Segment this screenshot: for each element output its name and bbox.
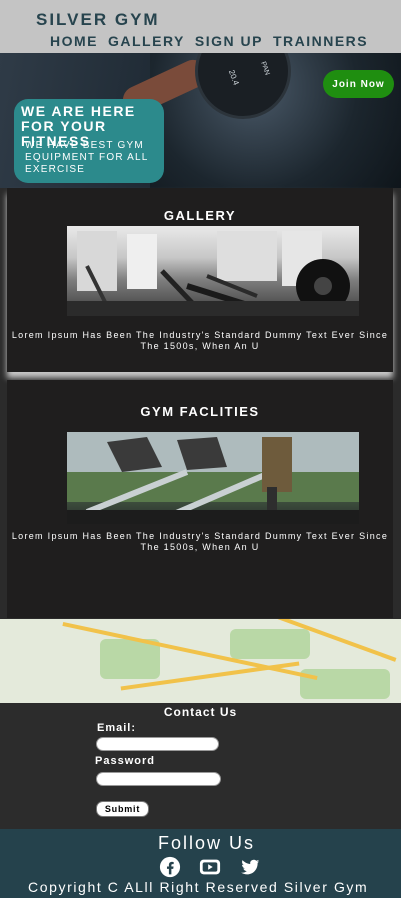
treadmill-illustration [67,432,359,524]
facilities-section: GYM FACLITIES Lorem Ipsum Has Been The I… [7,380,393,618]
facilities-description: Lorem Ipsum Has Been The Industry's Stan… [11,531,389,552]
nav-gallery[interactable]: GALLERY [108,33,185,49]
nav-trainners[interactable]: TRAINNERS [273,33,368,49]
follow-us-title: Follow Us [157,833,255,853]
password-field[interactable] [96,772,221,786]
gallery-description: Lorem Ipsum Has Been The Industry's Stan… [11,330,389,351]
map-park [100,639,160,679]
password-label: Password [95,755,155,767]
join-now-button[interactable]: Join Now [323,70,394,98]
location-map[interactable] [0,619,401,703]
youtube-icon[interactable] [199,856,221,878]
submit-button[interactable]: Submit [96,801,149,817]
brand-logo[interactable]: SILVER GYM [36,10,160,30]
map-park [230,629,310,659]
hero-text-box: WE ARE HERE FOR YOUR FITNESS WE HAVE BES… [14,99,164,183]
site-header: SILVER GYM HOME GALLERY SIGN UP TRAINNER… [0,0,401,53]
email-label: Email: [97,722,137,734]
twitter-icon[interactable] [239,856,261,878]
gallery-section: GALLERY Lorem Ipsum Has Been The Industr… [7,188,393,372]
gym-equipment-illustration [67,231,359,316]
contact-section: Contact Us Email: Password Submit [0,703,401,829]
hero-banner: 20.4 PAN WE ARE HERE FOR YOUR FITNESS WE… [0,53,401,188]
copyright-text: Copyright C ALll Right Reserved Silver G… [28,879,369,895]
nav-sign-up[interactable]: SIGN UP [195,33,263,49]
social-links [159,856,261,878]
map-park [300,669,390,699]
facilities-title: GYM FACLITIES [140,404,260,419]
gallery-image [67,226,359,316]
facebook-icon[interactable] [159,856,181,878]
main-nav: HOME GALLERY SIGN UP TRAINNERS [50,33,368,49]
contact-title: Contact Us [163,705,238,719]
site-footer: Follow Us Copyright C ALll Right Reserve… [0,829,401,898]
gallery-title: GALLERY [163,208,237,223]
hero-subtitle: WE HAVE BEST GYM EQUIPMENT FOR ALL EXERC… [25,140,149,175]
facilities-image [67,432,359,524]
email-field[interactable] [96,737,219,751]
nav-home[interactable]: HOME [50,33,98,49]
